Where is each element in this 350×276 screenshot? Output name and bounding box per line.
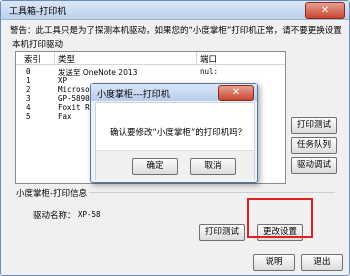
group-divider xyxy=(89,192,335,193)
column-divider xyxy=(196,52,197,64)
row-index: 2 xyxy=(26,85,31,94)
driver-name-label: 驱动名称： xyxy=(33,211,76,221)
dialog-body: 确认要修改“小度掌柜”的打印机吗？ 确定 取消 xyxy=(95,102,255,180)
printer-info-group-label: 小度掌柜-打印信息 xyxy=(16,189,88,199)
dialog-title-bar[interactable]: 小度掌柜---打印机 ✕ xyxy=(91,84,257,101)
column-header-port[interactable]: 端口 xyxy=(200,53,217,65)
highlight-annotation-box xyxy=(247,198,313,238)
column-divider xyxy=(54,52,55,64)
help-button[interactable]: 说明 xyxy=(253,254,295,271)
dialog-footer: 确定 取消 xyxy=(96,150,254,180)
row-index: 4 xyxy=(26,103,31,112)
info-print-test-button[interactable]: 打印测试 xyxy=(199,224,245,241)
close-icon[interactable]: ✕ xyxy=(305,2,345,19)
window-title: 工具箱-打印机 xyxy=(9,7,67,17)
dialog-message: 确认要修改“小度掌柜”的打印机吗？ xyxy=(110,128,247,138)
print-test-button[interactable]: 打印测试 xyxy=(291,117,337,134)
confirm-dialog: 小度掌柜---打印机 ✕ 确认要修改“小度掌柜”的打印机吗？ 确定 取消 xyxy=(90,83,258,183)
printer-group-label: 本机打印驱动 xyxy=(12,40,64,50)
row-index: 0 xyxy=(26,67,31,76)
row-index: 1 xyxy=(26,76,31,85)
main-title-bar[interactable]: 工具箱-打印机 ✕ xyxy=(1,1,349,20)
driver-name-value: XP-58 xyxy=(78,210,101,219)
row-port: nul: xyxy=(200,67,219,76)
column-header-type[interactable]: 类型 xyxy=(58,53,75,65)
task-queue-button[interactable]: 任务队列 xyxy=(291,137,337,154)
column-header-index[interactable]: 索引 xyxy=(24,53,41,65)
dialog-title: 小度掌柜---打印机 xyxy=(97,90,170,100)
exit-button[interactable]: 退出 xyxy=(301,254,343,271)
list-header: 索引 类型 端口 xyxy=(16,52,285,65)
ok-button[interactable]: 确定 xyxy=(132,158,178,175)
row-type: Fax xyxy=(58,112,72,121)
row-index: 3 xyxy=(26,94,31,103)
row-type: XP xyxy=(58,76,68,85)
warning-text: 警告：此工具只是为了探测本机驱动，如果您的“小度掌柜”打印机正常，请不要更换设置 xyxy=(10,26,342,36)
table-row[interactable]: 0 发送至 OneNote 2013 nul: xyxy=(16,67,285,77)
row-index: 5 xyxy=(26,112,31,121)
cancel-button[interactable]: 取消 xyxy=(190,158,236,175)
dialog-close-icon[interactable]: ✕ xyxy=(218,85,254,101)
driver-debug-button[interactable]: 驱动调试 xyxy=(291,157,337,174)
